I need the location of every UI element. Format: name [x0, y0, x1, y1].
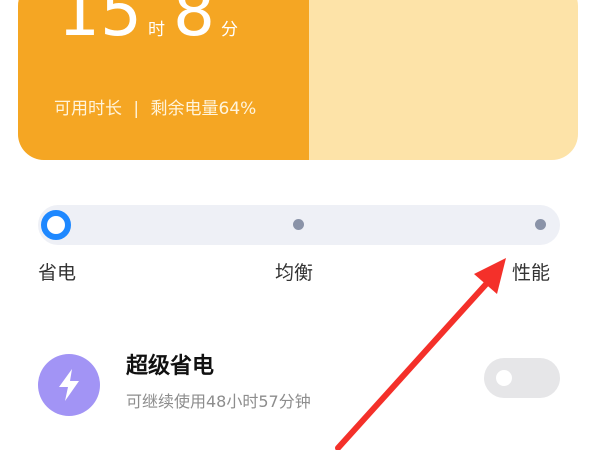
hours-unit: 时 [147, 20, 165, 40]
super-saver-icon-badge [38, 354, 100, 416]
mode-label-power-saving[interactable]: 省电 [38, 258, 76, 285]
super-saver-toggle[interactable] [484, 358, 560, 398]
mode-label-performance[interactable]: 性能 [512, 258, 550, 285]
battery-summary: 可用时长 | 剩余电量64% [54, 94, 256, 119]
mode-dot-performance[interactable] [535, 219, 546, 230]
summary-separator: | [133, 99, 140, 119]
mode-dot-balanced[interactable] [293, 219, 304, 230]
toggle-knob [496, 370, 512, 386]
power-mode-slider[interactable] [38, 205, 560, 245]
minutes-unit: 分 [220, 20, 238, 40]
battery-card: 15 时 8 分 可用时长 | 剩余电量64% [18, 0, 578, 160]
hours-value: 15 [58, 0, 142, 51]
lightning-bolt-icon [59, 369, 79, 401]
super-saver-title: 超级省电 [126, 354, 215, 379]
remaining-charge-label: 剩余电量64% [150, 99, 257, 119]
arrow-head [474, 258, 506, 294]
super-power-saving-row[interactable]: 超级省电 可继续使用48小时57分钟 [38, 342, 560, 422]
minutes-value: 8 [172, 0, 215, 51]
super-saver-subtitle: 可继续使用48小时57分钟 [126, 392, 311, 411]
mode-label-balanced[interactable]: 均衡 [275, 258, 313, 285]
remaining-time: 15 时 8 分 [58, 0, 246, 46]
available-time-label: 可用时长 [54, 99, 122, 119]
mode-dot-power-saving[interactable] [41, 210, 71, 240]
